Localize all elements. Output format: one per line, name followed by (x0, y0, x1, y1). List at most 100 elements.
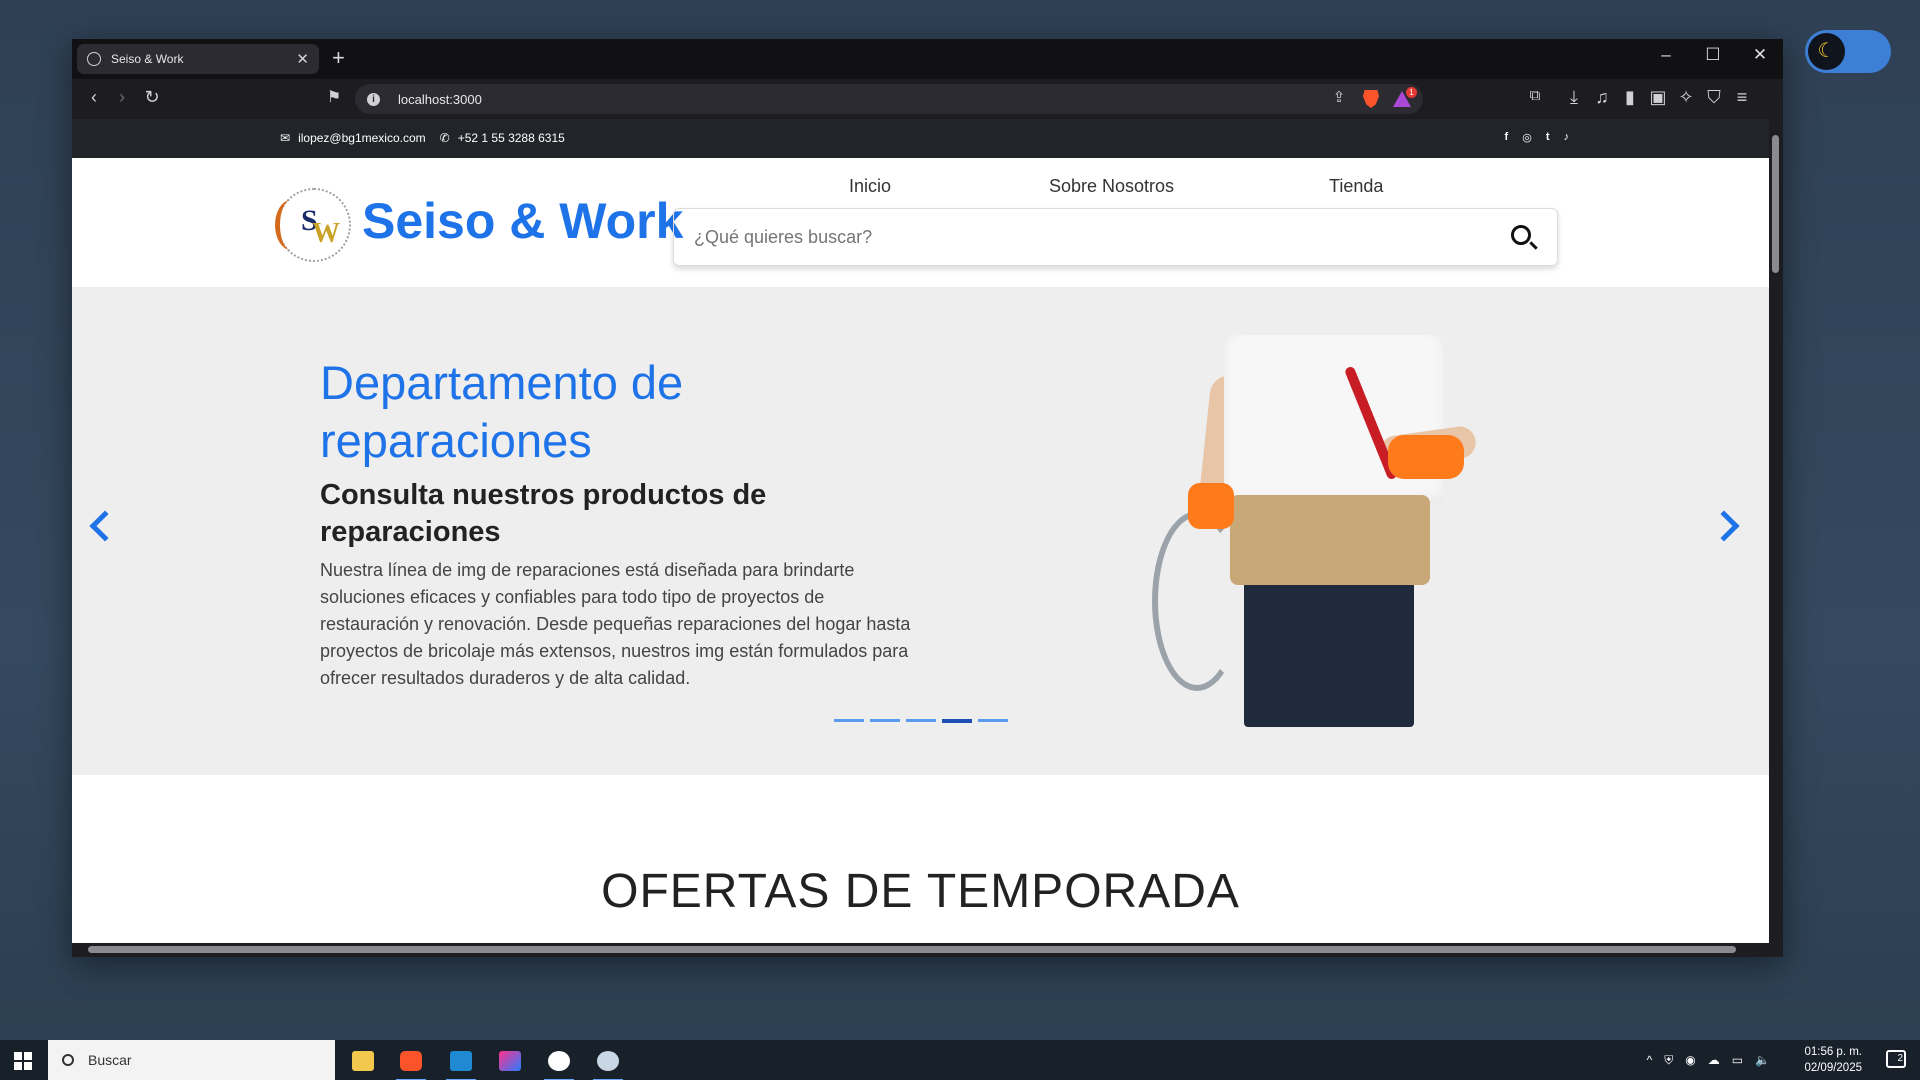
hero-subtitle: Consulta nuestros productos de reparacio… (320, 479, 767, 548)
carousel-indicator[interactable] (942, 719, 972, 723)
tab-bar: Seiso & Work ✕ + – ☐ ✕ (72, 39, 1783, 79)
rewards-badge: 1 (1406, 87, 1417, 98)
jetbrains-icon[interactable] (489, 1044, 531, 1078)
page-viewport: ✉ ilopez@bg1mexico.com ✆ +52 1 55 3288 6… (72, 119, 1769, 943)
url-text: localhost:3000 (398, 91, 482, 107)
email-link[interactable]: ilopez@bg1mexico.com (298, 131, 426, 145)
paint-icon[interactable] (587, 1044, 629, 1080)
sidebar-icon[interactable]: ▮ (1618, 87, 1642, 108)
site-header: S W Seiso & Work Inicio Sobre Nosotros T… (72, 158, 1769, 287)
media-icon[interactable]: ♫ (1590, 87, 1614, 108)
security-icon[interactable]: ⛨ (1664, 1053, 1673, 1068)
app-tray-icon[interactable]: ◉ (1685, 1053, 1695, 1067)
app-icon[interactable] (538, 1044, 580, 1080)
hero-description: Nuestra línea de img de reparaciones est… (320, 560, 911, 688)
theme-toggle[interactable]: ☾ (1805, 30, 1891, 73)
search-icon[interactable] (1511, 225, 1531, 245)
screenshot-icon[interactable]: ⧉ (1523, 87, 1547, 104)
clock-date: 02/09/2025 (1804, 1062, 1862, 1074)
search-input[interactable] (694, 226, 1557, 248)
maximize-button[interactable]: ☐ (1690, 45, 1736, 65)
tool-belt-shape (1230, 495, 1430, 585)
wallet-icon[interactable]: ▣ (1646, 87, 1670, 108)
section-title: OFERTAS DE TEMPORADA (601, 865, 1240, 918)
close-window-button[interactable]: ✕ (1737, 45, 1783, 65)
windows-start-icon[interactable] (14, 1052, 32, 1070)
clock-time: 01:56 p. m. (1804, 1046, 1862, 1058)
horizontal-scroll-thumb[interactable] (88, 946, 1736, 953)
brand-name[interactable]: Seiso & Work (362, 192, 683, 250)
minimize-button[interactable]: – (1643, 45, 1689, 65)
cloud-icon[interactable]: ☁ (1708, 1053, 1720, 1067)
chevron-right-icon (1708, 510, 1740, 542)
glove-right-shape (1388, 435, 1464, 479)
shirt-shape (1224, 335, 1444, 505)
carousel-indicator[interactable] (906, 719, 936, 722)
twitter-icon[interactable]: t (1546, 131, 1550, 144)
menu-icon[interactable]: ≡ (1730, 87, 1754, 108)
back-icon[interactable]: ‹ (82, 87, 106, 108)
carousel-indicators (834, 719, 1008, 723)
phone-icon: ✆ (439, 131, 450, 145)
horizontal-scrollbar[interactable] (72, 943, 1769, 957)
browser-window: Seiso & Work ✕ + – ☐ ✕ ‹ › ↻ ⚑ i localho… (72, 39, 1783, 957)
facebook-icon[interactable]: f (1505, 131, 1509, 144)
browser-toolbar: ‹ › ↻ ⚑ i localhost:3000 ⇪ 1 ⧉ ⤓ ♫ ▮ ▣ ✧… (72, 79, 1783, 119)
hero-carousel: Departamento de reparaciones Consulta nu… (72, 287, 1769, 775)
brave-browser-icon[interactable] (390, 1044, 432, 1080)
carousel-prev-button[interactable] (84, 509, 121, 553)
carousel-indicator[interactable] (834, 719, 864, 722)
new-tab-button[interactable]: + (332, 45, 345, 71)
hero-title: Departamento de reparaciones (320, 356, 684, 467)
carousel-next-button[interactable] (1708, 509, 1743, 553)
leo-ai-icon[interactable]: ✧ (1674, 87, 1698, 108)
bookmark-icon[interactable]: ⚑ (322, 87, 346, 107)
vertical-scroll-thumb[interactable] (1772, 135, 1779, 273)
search-box (673, 208, 1558, 266)
nav-sobre-nosotros[interactable]: Sobre Nosotros (1049, 176, 1174, 197)
tab-title: Seiso & Work (111, 52, 184, 66)
hose-shape (1152, 511, 1242, 691)
system-tray: ^ ⛨ ◉ ☁ ▭ 🔈 (1647, 1040, 1770, 1080)
address-bar[interactable]: i localhost:3000 ⇪ 1 (355, 84, 1423, 114)
contact-topbar: ✉ ilopez@bg1mexico.com ✆ +52 1 55 3288 6… (72, 119, 1769, 158)
envelope-icon: ✉ (280, 131, 291, 145)
instagram-icon[interactable]: ◎ (1522, 131, 1532, 144)
share-icon[interactable]: ⇪ (1327, 88, 1351, 106)
notification-center-icon[interactable]: 2 (1886, 1050, 1906, 1068)
social-links: f ◎ t ♪ (1505, 131, 1569, 144)
taskbar-search-label: Buscar (88, 1052, 132, 1068)
forward-icon[interactable]: › (110, 87, 134, 108)
logo[interactable]: S W (275, 188, 351, 262)
globe-icon (87, 52, 101, 66)
brave-shields-icon[interactable] (1363, 90, 1379, 108)
clock[interactable]: 01:56 p. m. 02/09/2025 (1804, 1044, 1862, 1076)
moon-icon: ☾ (1808, 33, 1845, 70)
chevron-up-icon[interactable]: ^ (1647, 1053, 1653, 1067)
close-tab-icon[interactable]: ✕ (296, 50, 309, 68)
vpn-icon[interactable]: ⛉ (1702, 87, 1726, 108)
vscode-icon[interactable] (440, 1044, 482, 1080)
carousel-indicator[interactable] (870, 719, 900, 722)
search-icon (62, 1054, 74, 1066)
file-explorer-icon[interactable] (342, 1044, 384, 1078)
taskbar-search[interactable]: Buscar (48, 1040, 335, 1080)
carousel-indicator[interactable] (978, 719, 1008, 722)
phone-link[interactable]: +52 1 55 3288 6315 (458, 131, 565, 145)
taskbar: Buscar ^ ⛨ ◉ ☁ ▭ 🔈 01:56 p. m. 02/09/202… (0, 1040, 1920, 1080)
network-icon[interactable]: ▭ (1732, 1053, 1743, 1067)
reload-icon[interactable]: ↻ (140, 87, 164, 108)
download-icon[interactable]: ⤓ (1562, 87, 1586, 108)
worker-image (1152, 335, 1492, 727)
nav-inicio[interactable]: Inicio (849, 176, 891, 197)
vertical-scrollbar[interactable] (1769, 119, 1783, 943)
logo-letter-w: W (312, 218, 340, 249)
chevron-left-icon (89, 510, 121, 542)
site-info-icon[interactable]: i (367, 92, 380, 106)
volume-icon[interactable]: 🔈 (1755, 1053, 1770, 1067)
contact-info: ✉ ilopez@bg1mexico.com ✆ +52 1 55 3288 6… (280, 131, 565, 145)
tiktok-icon[interactable]: ♪ (1564, 131, 1570, 144)
nav-tienda[interactable]: Tienda (1329, 176, 1383, 197)
tab-active[interactable]: Seiso & Work ✕ (77, 44, 319, 74)
glove-left-shape (1188, 483, 1234, 529)
